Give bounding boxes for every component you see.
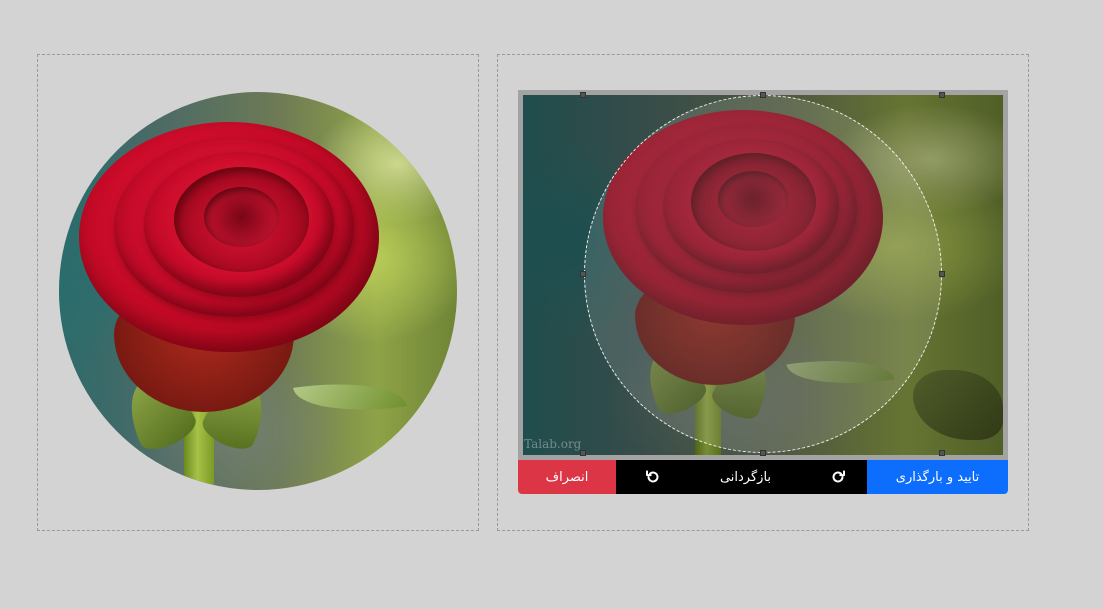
rotate-clockwise-icon[interactable] xyxy=(829,468,847,486)
confirm-upload-button[interactable]: تایید و بارگذاری xyxy=(867,460,1008,494)
crop-handle-left[interactable] xyxy=(580,271,586,277)
cropped-preview-image xyxy=(59,92,457,490)
crop-handle-bottom-left[interactable] xyxy=(580,450,586,456)
crop-handle-top-right[interactable] xyxy=(939,92,945,98)
crop-handle-right[interactable] xyxy=(939,271,945,277)
crop-selection-circle[interactable] xyxy=(584,95,942,453)
reset-button[interactable]: بازگردانی xyxy=(720,460,771,494)
crop-handle-top[interactable] xyxy=(760,92,766,98)
crop-handle-bottom-right[interactable] xyxy=(939,450,945,456)
crop-handle-top-left[interactable] xyxy=(580,92,586,98)
cancel-button[interactable]: انصراف xyxy=(518,460,616,494)
crop-handle-bottom[interactable] xyxy=(760,450,766,456)
editor-toolbar: انصراف بازگردانی تایید و بارگذاری xyxy=(518,460,1008,494)
rotate-counterclockwise-icon[interactable] xyxy=(644,468,662,486)
rotate-reset-group: بازگردانی xyxy=(616,460,867,494)
watermark: Talab.org xyxy=(524,437,582,451)
